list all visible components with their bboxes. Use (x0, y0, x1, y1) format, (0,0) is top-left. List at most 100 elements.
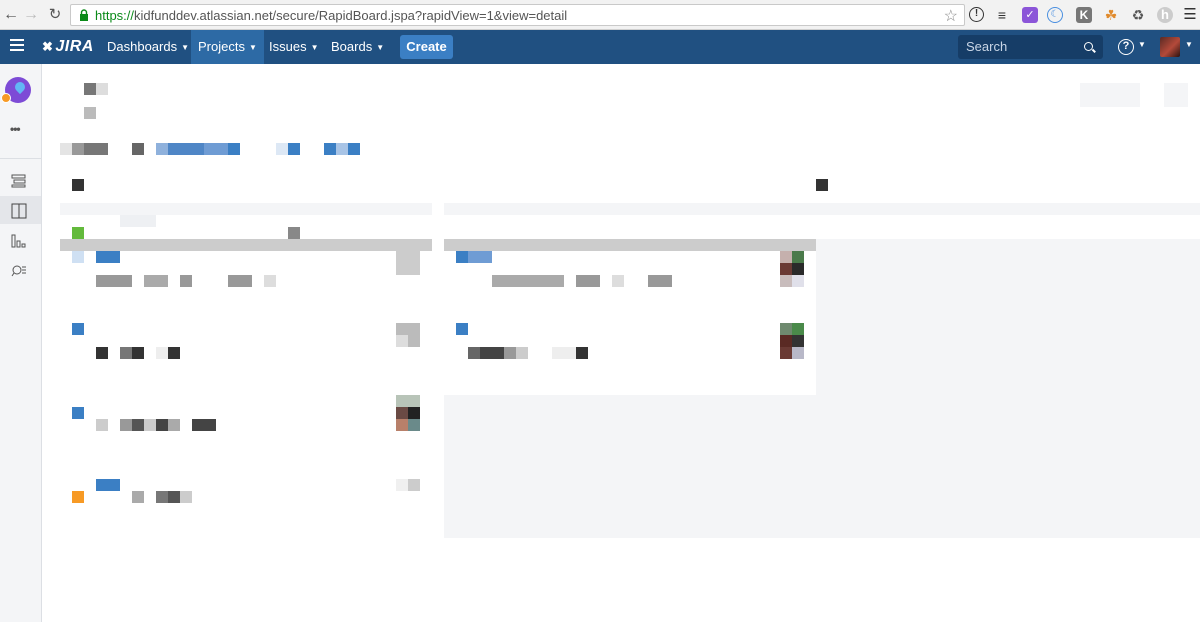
lock-icon (80, 9, 88, 21)
quick-filter[interactable] (156, 143, 168, 155)
board-button[interactable] (1080, 83, 1140, 107)
issue-type-icon (456, 251, 468, 263)
bookmark-star-icon[interactable]: ☆ (944, 6, 958, 26)
avatar (780, 323, 792, 335)
issue-summary (156, 419, 168, 431)
quick-filter[interactable] (60, 143, 72, 155)
issue-summary (228, 275, 252, 287)
issue-summary (504, 347, 516, 359)
board-column (444, 395, 1200, 538)
nav-issues[interactable]: Issues ▼ (262, 30, 326, 64)
board-column (816, 239, 1200, 395)
issue-summary (156, 347, 168, 359)
breadcrumb (96, 83, 108, 95)
checkbox-ext-icon[interactable]: ✓ (1022, 7, 1038, 23)
help-icon[interactable]: ? (1118, 39, 1134, 55)
issue-summary (648, 275, 672, 287)
issue-summary (492, 275, 564, 287)
issue-summary (132, 419, 144, 431)
jira-header: ✖ JIRA Dashboards ▼ Projects ▼ Issues ▼ Boar… (0, 30, 1200, 64)
quick-filter[interactable] (288, 143, 300, 155)
column-header (816, 179, 828, 191)
swimlane-header[interactable] (60, 239, 432, 251)
avatar (396, 251, 420, 275)
more-icon[interactable]: ••• (10, 122, 21, 136)
backlog-icon[interactable] (0, 166, 41, 194)
issue-summary (192, 419, 216, 431)
issue-key[interactable] (468, 251, 492, 263)
avatar (396, 323, 420, 335)
project-sidebar: ••• (0, 64, 42, 622)
user-avatar[interactable] (1160, 37, 1180, 57)
column-header-bar (60, 203, 432, 215)
column-header-bar (120, 215, 156, 227)
issue-summary (96, 419, 108, 431)
back-arrow-icon[interactable]: ← (2, 5, 20, 25)
address-bar[interactable]: https://kidfunddev.atlassian.net/secure/… (70, 4, 965, 26)
hamburger-menu-icon[interactable] (10, 39, 24, 53)
chevron-down-icon: ▼ (310, 43, 319, 52)
board-menu-button[interactable] (1164, 83, 1188, 107)
swimlane-icon (72, 227, 84, 239)
issue-summary (180, 275, 192, 287)
url-text: https://kidfunddev.atlassian.net/secure/… (95, 8, 568, 23)
quick-filter[interactable] (204, 143, 228, 155)
issue-summary (576, 347, 588, 359)
issue-summary (96, 275, 132, 287)
avatar (780, 335, 792, 347)
nav-boards[interactable]: Boards ▼ (324, 30, 391, 64)
issue-summary (480, 347, 504, 359)
quick-filter[interactable] (336, 143, 348, 155)
issue-key[interactable] (96, 479, 120, 491)
quick-filter[interactable] (168, 143, 204, 155)
chevron-down-icon: ▼ (181, 43, 190, 52)
quick-filter[interactable] (276, 143, 288, 155)
swimlane-count (288, 227, 300, 239)
buffer-icon[interactable]: ≡ (994, 7, 1010, 23)
nav-dashboards[interactable]: Dashboards ▼ (100, 30, 196, 64)
column-header (72, 179, 84, 191)
swimlane-header[interactable] (444, 239, 816, 251)
board-icon[interactable] (0, 196, 41, 224)
quick-filter[interactable] (132, 143, 144, 155)
quick-filter[interactable] (324, 143, 336, 155)
avatar (780, 263, 792, 275)
issue-summary (180, 491, 192, 503)
avatar (792, 263, 804, 275)
issue-summary (552, 347, 576, 359)
k-ext-icon[interactable]: K (1076, 7, 1092, 23)
reports-icon[interactable] (0, 226, 41, 254)
create-button[interactable]: Create (400, 35, 453, 59)
issue-type-icon (72, 491, 84, 503)
avatar (408, 407, 420, 419)
avatar (792, 251, 804, 263)
forward-arrow-icon[interactable]: → (22, 5, 40, 25)
quick-filter[interactable] (228, 143, 240, 155)
issue-search-icon[interactable] (0, 256, 41, 284)
page-title (84, 107, 96, 119)
issue-key[interactable] (96, 251, 120, 263)
nav-projects[interactable]: Projects ▼ (191, 30, 264, 64)
browser-toolbar: ← → ↻ https://kidfunddev.atlassian.net/s… (0, 0, 1200, 30)
h-ext-icon[interactable]: h (1157, 7, 1173, 23)
recycle-icon[interactable]: ♻ (1130, 7, 1146, 23)
avatar (408, 335, 420, 347)
avatar (792, 323, 804, 335)
issue-summary (132, 347, 144, 359)
quick-filter[interactable] (348, 143, 360, 155)
column-header-bar (444, 203, 1200, 215)
jira-logo[interactable]: ✖ JIRA (42, 38, 94, 56)
bird-ext-icon[interactable]: ☘ (1103, 7, 1119, 23)
quick-filter[interactable] (84, 143, 108, 155)
reload-icon[interactable]: ↻ (46, 5, 64, 25)
issue-type-icon (72, 251, 84, 263)
info-icon[interactable]: ! (969, 7, 984, 22)
search-input[interactable]: Search (958, 35, 1103, 59)
avatar (396, 335, 408, 347)
browser-menu-icon[interactable]: ☰ (1182, 7, 1198, 23)
issue-summary (576, 275, 600, 287)
quick-filter[interactable] (72, 143, 84, 155)
issue-summary (468, 347, 480, 359)
avatar (396, 407, 408, 419)
moon-ext-icon[interactable]: ☾ (1047, 7, 1063, 23)
